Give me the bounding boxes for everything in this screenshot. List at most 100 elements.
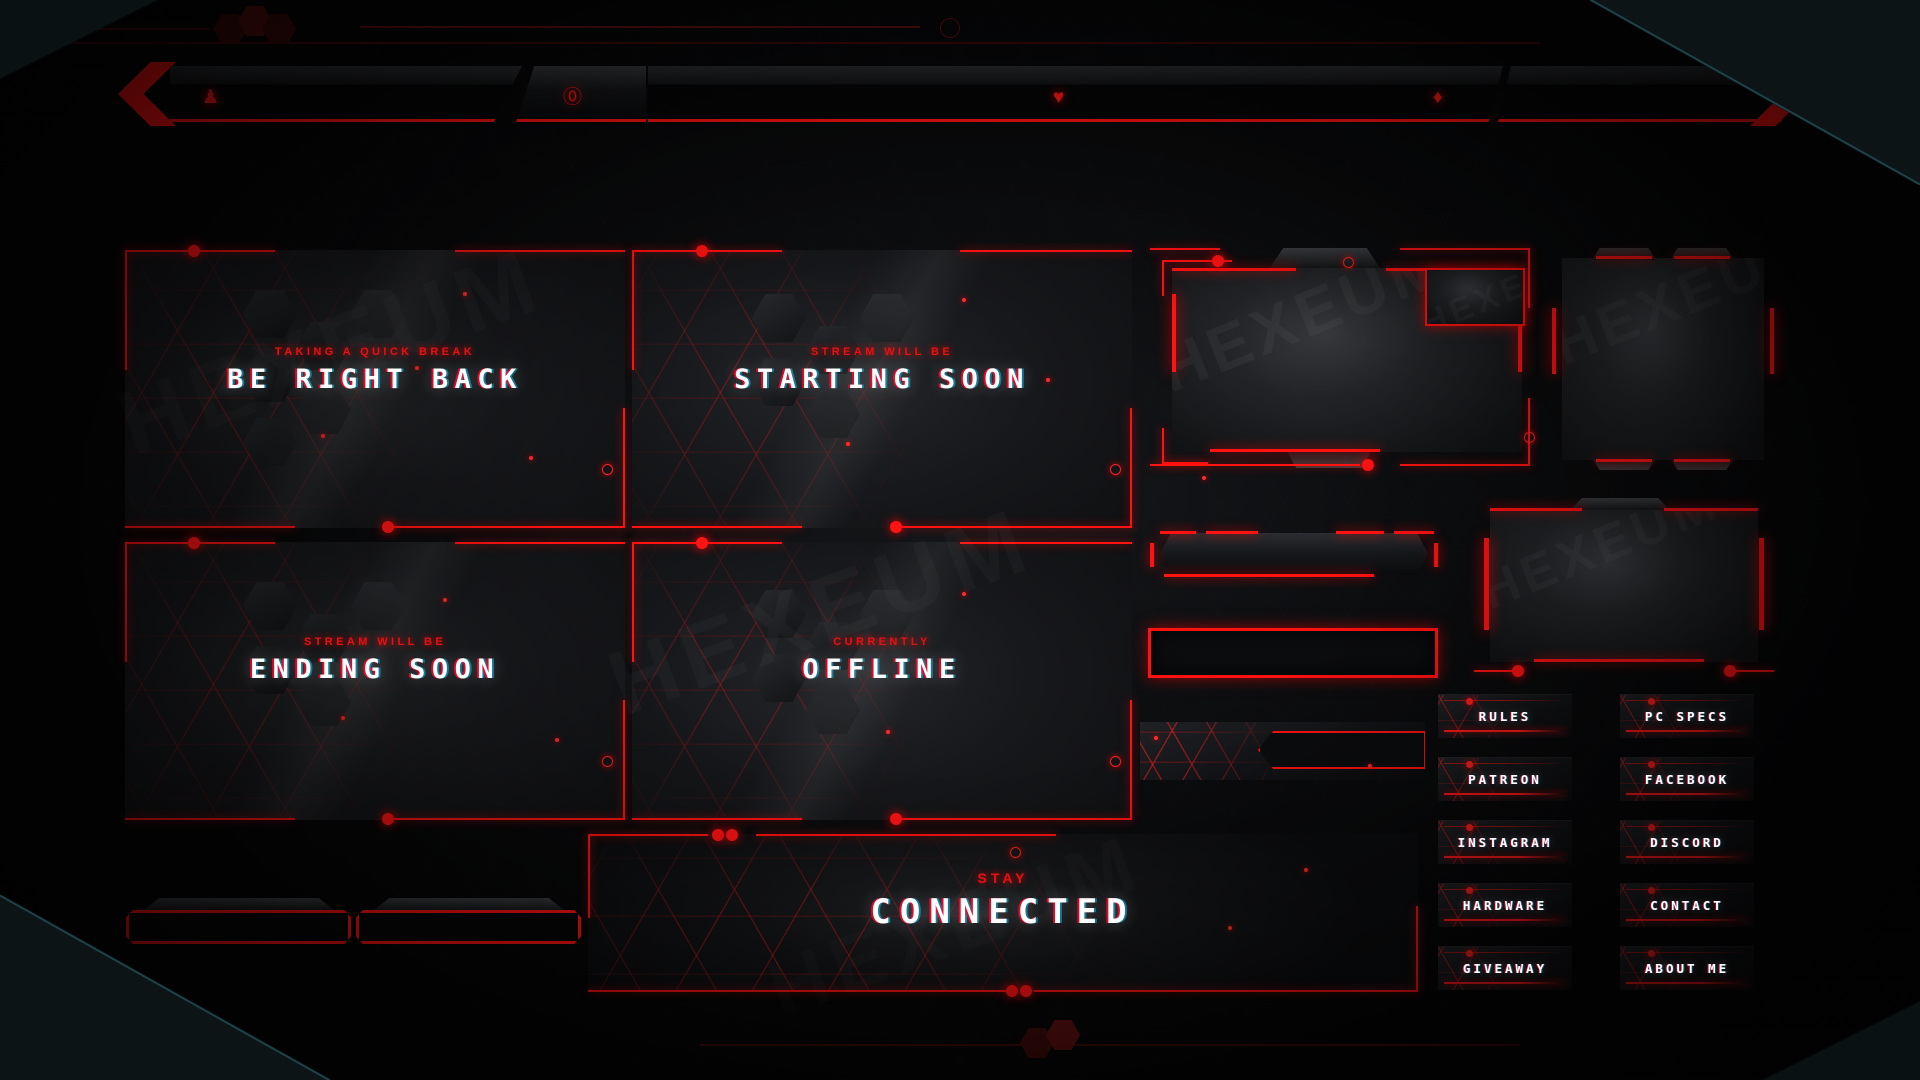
panel-button-label: CONTACT	[1650, 898, 1724, 913]
scene-kicker: STREAM WILL BE	[810, 346, 954, 358]
scene-bracket	[632, 526, 802, 528]
scene-bracket	[125, 818, 295, 820]
camgroup-nub	[1362, 459, 1374, 471]
panel-button-rules[interactable]: RULES	[1438, 694, 1572, 738]
alert-edge	[1206, 531, 1258, 534]
cam-edge	[1210, 449, 1380, 452]
panel-button-patreon[interactable]: PATREON	[1438, 757, 1572, 801]
alert-edge	[1336, 531, 1384, 534]
panel-button-giveaway[interactable]: GIVEAWAY	[1438, 946, 1572, 990]
cam-edge	[1674, 459, 1730, 462]
cam-edge	[1596, 459, 1652, 462]
scene-bracket	[960, 250, 1132, 252]
cam-edge	[1490, 508, 1582, 511]
panel-button-about-me[interactable]: ABOUT ME	[1620, 946, 1754, 990]
scene-offline[interactable]: CURRENTLY OFFLINE	[632, 542, 1132, 820]
banner-nub	[1020, 985, 1032, 997]
scene-bracket	[125, 526, 295, 528]
scene-be-right-back[interactable]: TAKING A QUICK BREAK BE RIGHT BACK	[125, 250, 625, 528]
alert-edge	[1394, 531, 1434, 534]
panel-button-facebook[interactable]: FACEBOOK	[1620, 757, 1754, 801]
label-bar-field	[126, 910, 351, 944]
scene-bracket	[898, 526, 1132, 528]
facecam-second-screen: HEXEUM	[1490, 508, 1758, 662]
name-plate[interactable]	[1140, 722, 1425, 780]
scene-ending-soon[interactable]: STREAM WILL BE ENDING SOON	[125, 542, 625, 820]
label-bar-2[interactable]	[356, 898, 581, 950]
deco-hex-c	[262, 14, 296, 44]
scene-kicker: CURRENTLY	[833, 636, 931, 648]
droplet-icon: ♦	[1433, 87, 1443, 108]
watermark: HEXEUM	[1490, 508, 1728, 622]
chat-box[interactable]	[1148, 628, 1438, 678]
info-segment-followers[interactable]	[170, 66, 522, 122]
panel-button-label: PC SPECS	[1644, 709, 1730, 724]
banner-nub	[726, 829, 738, 841]
scene-nub	[890, 813, 902, 825]
deco-hairline-top-mid	[360, 26, 920, 28]
banner-bracket	[588, 834, 708, 836]
cam-edge	[1484, 538, 1489, 630]
stay-connected-banner[interactable]: STAY CONNECTED	[588, 834, 1418, 992]
scene-nub	[382, 813, 394, 825]
scene-ring	[1110, 464, 1121, 475]
cam-bracket	[1162, 428, 1164, 464]
facecam-square[interactable]: HEXEUM	[1552, 248, 1774, 470]
cam-bracket	[1162, 260, 1164, 296]
banner-nub	[1006, 985, 1018, 997]
spark-dot	[555, 738, 559, 742]
spark-dot	[463, 292, 467, 296]
spark-dot	[341, 716, 345, 720]
scene-bracket	[125, 250, 275, 252]
info-segment-bits[interactable]	[1498, 66, 1756, 122]
cam-edge	[1674, 256, 1730, 259]
cam-edge	[1534, 659, 1704, 662]
facecam-small[interactable]: HEXEUM	[1425, 268, 1525, 326]
panel-button-instagram[interactable]: INSTAGRAM	[1438, 820, 1572, 864]
label-bar-cap	[144, 898, 334, 910]
spark-dot	[443, 598, 447, 602]
panel-button-discord[interactable]: DISCORD	[1620, 820, 1754, 864]
scene-bracket	[390, 526, 625, 528]
scene-bracket	[623, 408, 625, 528]
camgroup-bracket	[1528, 248, 1530, 308]
banner-bracket	[1034, 990, 1418, 992]
cam-edge	[1759, 538, 1764, 630]
cam-edge	[1172, 268, 1296, 271]
scene-headline: BE RIGHT BACK	[227, 364, 523, 395]
panel-button-contact[interactable]: CONTACT	[1620, 883, 1754, 927]
spark-dot	[962, 298, 966, 302]
panel-button-label: FACEBOOK	[1644, 772, 1730, 787]
info-segment-subscriber[interactable]	[1143, 66, 1503, 122]
facecam-second[interactable]: HEXEUM	[1474, 498, 1774, 678]
banner-headline: CONNECTED	[870, 892, 1136, 932]
scene-ring	[602, 756, 613, 767]
scene-bracket	[960, 542, 1132, 544]
deco-hairline-top	[0, 42, 1540, 44]
info-segment-donation[interactable]	[648, 66, 1208, 122]
panel-button-label: GIVEAWAY	[1462, 961, 1548, 976]
spark-dot	[321, 434, 325, 438]
alert-edge	[1164, 574, 1374, 577]
deco-hex-a	[213, 14, 247, 44]
alert-edge	[1434, 543, 1438, 567]
spark-dot	[1202, 476, 1206, 480]
scene-kicker: STREAM WILL BE	[303, 636, 447, 648]
scene-nub	[696, 245, 708, 257]
label-bar-cap	[374, 898, 564, 910]
label-bar-1[interactable]	[126, 898, 351, 950]
panel-button-label: RULES	[1478, 709, 1532, 724]
scene-ring	[602, 464, 613, 475]
spark-dot	[846, 442, 850, 446]
alert-box[interactable]	[1150, 525, 1438, 583]
panel-button-label: HARDWARE	[1462, 898, 1548, 913]
person-icon: ♟	[202, 87, 220, 108]
alert-edge	[1160, 531, 1196, 534]
heart-icon: ♥	[1053, 87, 1065, 108]
scene-starting-soon[interactable]: STREAM WILL BE STARTING SOON	[632, 250, 1132, 528]
panel-button-label: PATREON	[1468, 772, 1542, 787]
panel-button-pc-specs[interactable]: PC SPECS	[1620, 694, 1754, 738]
panel-button-hardware[interactable]: HARDWARE	[1438, 883, 1572, 927]
stream-info-bar[interactable]: ♟ ⓪ ♥ ♦	[118, 62, 1808, 126]
scene-headline: ENDING SOON	[249, 654, 501, 685]
